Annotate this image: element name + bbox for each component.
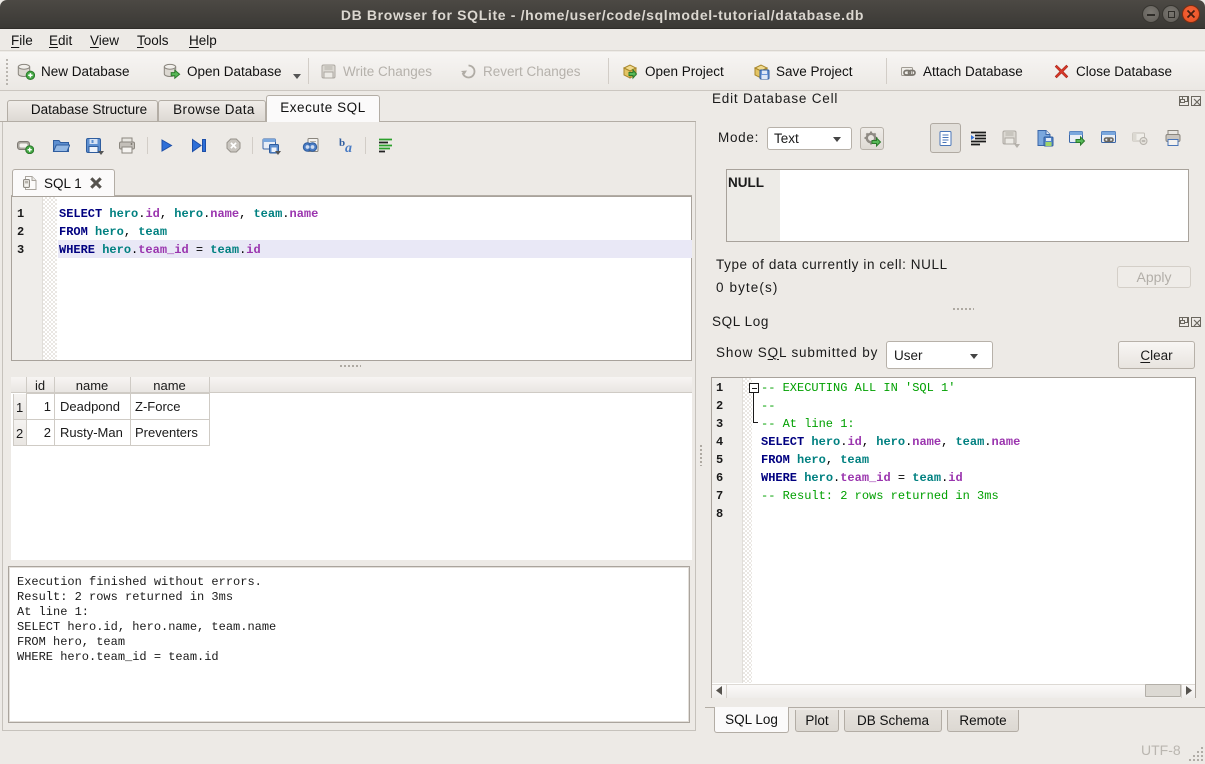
svg-text:a: a (345, 141, 352, 154)
